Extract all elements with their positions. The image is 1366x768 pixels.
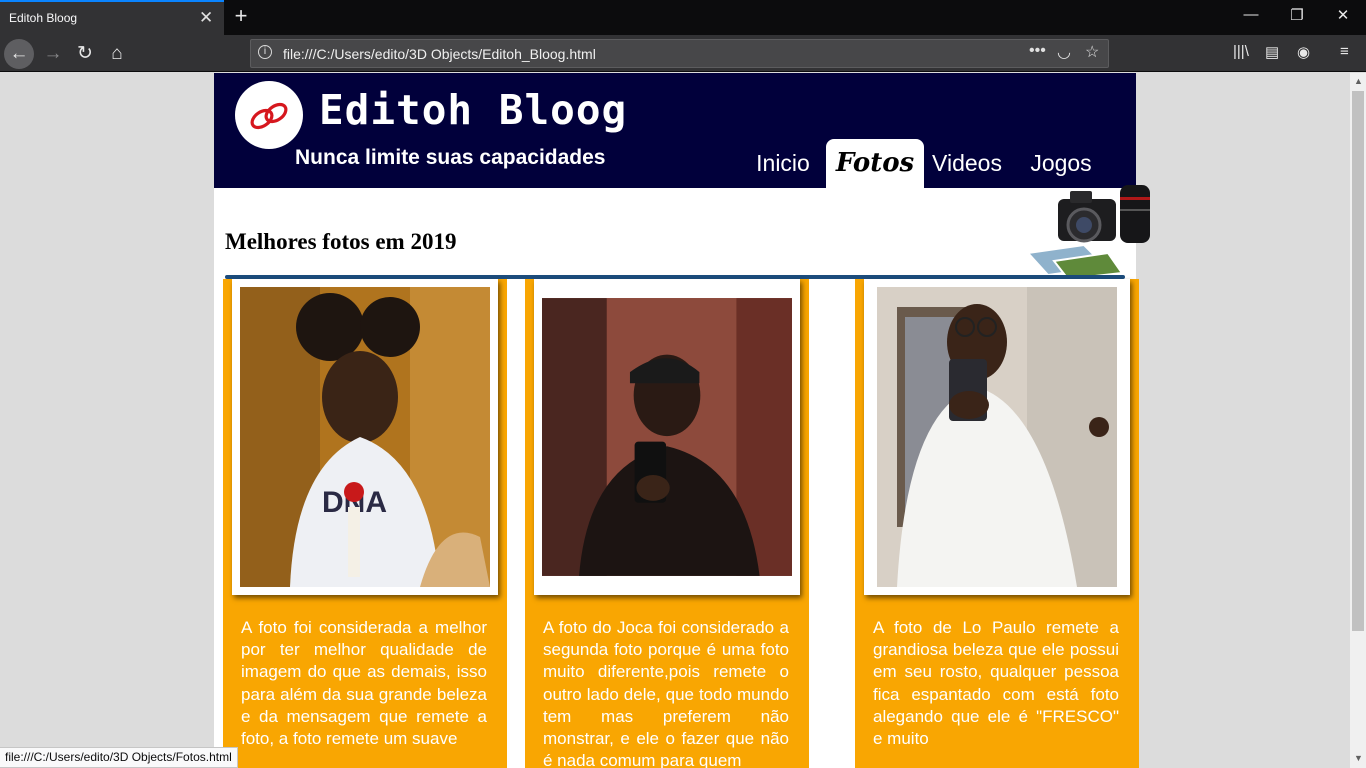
site-info-icon[interactable]: i — [258, 45, 272, 59]
photo-frame: DNA — [232, 279, 498, 595]
status-bar-link-preview: file:///C:/Users/edito/3D Objects/Fotos.… — [0, 747, 238, 768]
browser-tab[interactable]: Editoh Bloog ✕ — [0, 0, 224, 35]
tab-title: Editoh Bloog — [9, 11, 78, 25]
minimize-icon[interactable]: — — [1236, 6, 1266, 23]
sidebar-icon[interactable]: ▤ — [1265, 43, 1279, 61]
photo-card: A foto do Joca foi considerado a segunda… — [525, 279, 809, 768]
page-actions-icon[interactable]: ••• — [1029, 42, 1046, 60]
nav-item-videos[interactable]: Videos — [926, 139, 1008, 188]
site-container: Editoh Bloog Nunca limite suas capacidad… — [214, 73, 1150, 768]
nav-item-fotos[interactable]: Fotos — [826, 139, 924, 188]
site-brand: Editoh Bloog — [319, 86, 628, 134]
close-tab-icon[interactable]: ✕ — [199, 8, 213, 28]
url-text[interactable]: file:///C:/Users/edito/3D Objects/Editoh… — [283, 46, 596, 62]
photo-girl-image[interactable]: DNA — [240, 287, 490, 587]
photo-frame — [534, 279, 800, 595]
section-title: Melhores fotos em 2019 — [225, 229, 457, 254]
reload-icon[interactable]: ↻ — [70, 39, 100, 69]
restore-icon[interactable]: ❐ — [1282, 6, 1312, 24]
site-slogan: Nunca limite suas capacidades — [295, 146, 606, 169]
site-header: Editoh Bloog Nunca limite suas capacidad… — [214, 73, 1136, 188]
bookmark-star-icon[interactable]: ☆ — [1085, 42, 1099, 62]
library-icon[interactable]: |||\ — [1233, 43, 1249, 60]
photo-description: A foto do Joca foi considerado a segunda… — [543, 618, 789, 768]
close-window-icon[interactable]: ✕ — [1328, 6, 1358, 24]
page-viewport: Editoh Bloog Nunca limite suas capacidad… — [0, 73, 1350, 768]
new-tab-icon[interactable]: + — [230, 3, 252, 29]
home-icon[interactable]: ⌂ — [102, 39, 132, 69]
scroll-up-icon[interactable]: ▲ — [1354, 76, 1363, 86]
account-icon[interactable]: ◉ — [1297, 43, 1310, 61]
menu-icon[interactable]: ≡ — [1340, 43, 1349, 60]
photo-lo-paulo-image[interactable] — [872, 287, 1122, 587]
scrollbar-thumb[interactable] — [1352, 91, 1364, 631]
logo-icon[interactable] — [235, 81, 303, 149]
photo-frame — [864, 279, 1130, 595]
tab-bar: Editoh Bloog ✕ + — ❐ ✕ — [0, 0, 1366, 35]
photo-card: DNA A foto foi considerada a melhor por … — [223, 279, 507, 768]
photo-card: A foto de Lo Paulo remete a grandiosa be… — [855, 279, 1139, 768]
back-icon[interactable]: ← — [4, 39, 34, 69]
nav-bar: ← → ↻ ⌂ i file:///C:/Users/edito/3D Obje… — [0, 35, 1366, 72]
photo-description: A foto de Lo Paulo remete a grandiosa be… — [873, 618, 1119, 749]
camera-illustration-icon — [1025, 185, 1150, 281]
page-scrollbar[interactable]: ▲ ▼ — [1350, 73, 1366, 768]
url-bar[interactable]: i file:///C:/Users/edito/3D Objects/Edit… — [250, 39, 1109, 68]
forward-icon[interactable]: → — [38, 39, 68, 69]
photo-joca-image[interactable] — [542, 287, 792, 587]
photo-description: A foto foi considerada a melhor por ter … — [241, 618, 487, 749]
scroll-down-icon[interactable]: ▼ — [1354, 753, 1363, 763]
nav-item-inicio[interactable]: Inicio — [744, 139, 822, 188]
pocket-icon[interactable]: ◡ — [1057, 42, 1071, 62]
